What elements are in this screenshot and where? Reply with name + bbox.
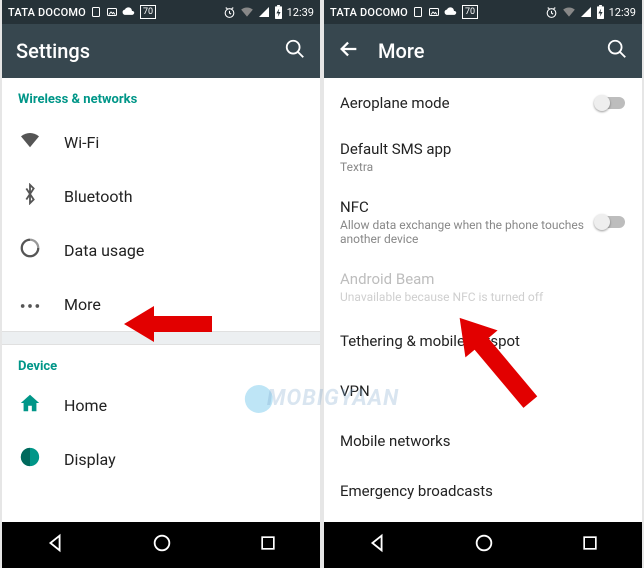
default-sms-value: Textra bbox=[340, 160, 626, 174]
section-divider bbox=[2, 331, 320, 345]
wifi-icon bbox=[240, 6, 254, 18]
alarm-icon bbox=[223, 6, 236, 19]
nav-recents-button[interactable] bbox=[258, 533, 278, 557]
app-bar: Settings bbox=[2, 24, 320, 78]
bluetooth-label: Bluetooth bbox=[64, 187, 133, 206]
signal-icon bbox=[580, 6, 592, 18]
aeroplane-mode-label: Aeroplane mode bbox=[340, 94, 626, 112]
emergency-broadcasts-row[interactable]: Emergency broadcasts bbox=[324, 466, 642, 516]
page-title: Settings bbox=[16, 39, 266, 63]
navigation-bar bbox=[2, 522, 320, 568]
nav-back-button[interactable] bbox=[44, 532, 66, 558]
battery-percent: 70 bbox=[140, 5, 156, 19]
wifi-label: Wi-Fi bbox=[64, 133, 99, 152]
aeroplane-toggle[interactable] bbox=[594, 94, 628, 112]
wifi-icon bbox=[562, 6, 576, 18]
carrier-label: TATA DOCOMO bbox=[330, 6, 408, 19]
search-icon[interactable] bbox=[606, 38, 628, 64]
carrier-label: TATA DOCOMO bbox=[8, 6, 86, 19]
app-bar: More bbox=[324, 24, 642, 78]
nav-home-button[interactable] bbox=[473, 532, 495, 558]
nfc-label: NFC bbox=[340, 198, 586, 216]
tethering-row[interactable]: Tethering & mobile hotspot bbox=[324, 316, 642, 366]
aeroplane-mode-row[interactable]: Aeroplane mode bbox=[324, 78, 642, 128]
calendar-icon bbox=[90, 6, 102, 18]
battery-icon bbox=[596, 5, 605, 19]
image-icon bbox=[106, 6, 118, 18]
clock: 12:39 bbox=[609, 6, 636, 19]
nav-home-button[interactable] bbox=[151, 532, 173, 558]
nav-back-button[interactable] bbox=[366, 532, 388, 558]
bluetooth-row[interactable]: Bluetooth bbox=[2, 169, 320, 223]
battery-percent: 70 bbox=[462, 5, 478, 19]
data-usage-icon bbox=[18, 237, 42, 263]
page-title: More bbox=[378, 39, 588, 63]
data-usage-row[interactable]: Data usage bbox=[2, 223, 320, 277]
nav-recents-button[interactable] bbox=[580, 533, 600, 557]
display-row[interactable]: Display bbox=[2, 432, 320, 486]
nfc-desc: Allow data exchange when the phone touch… bbox=[340, 218, 586, 246]
alarm-icon bbox=[545, 6, 558, 19]
tethering-label: Tethering & mobile hotspot bbox=[340, 332, 626, 350]
mobile-networks-label: Mobile networks bbox=[340, 432, 626, 450]
home-label: Home bbox=[64, 396, 107, 415]
wifi-icon bbox=[18, 131, 42, 153]
section-wireless-networks: Wireless & networks bbox=[2, 78, 320, 115]
section-device: Device bbox=[2, 345, 320, 378]
data-usage-label: Data usage bbox=[64, 241, 144, 260]
android-beam-row: Android Beam Unavailable because NFC is … bbox=[324, 258, 642, 316]
signal-icon bbox=[258, 6, 270, 18]
settings-content: Wireless & networks Wi-Fi Bluetooth Data… bbox=[2, 78, 320, 522]
more-row[interactable]: More bbox=[2, 277, 320, 331]
mobile-networks-row[interactable]: Mobile networks bbox=[324, 416, 642, 466]
image-icon bbox=[428, 6, 440, 18]
android-beam-desc: Unavailable because NFC is turned off bbox=[340, 290, 626, 304]
android-beam-label: Android Beam bbox=[340, 270, 626, 288]
status-bar: TATA DOCOMO 70 12:39 bbox=[2, 0, 320, 24]
clock: 12:39 bbox=[287, 6, 314, 19]
wifi-row[interactable]: Wi-Fi bbox=[2, 115, 320, 169]
back-icon[interactable] bbox=[338, 38, 360, 64]
default-sms-label: Default SMS app bbox=[340, 140, 626, 158]
nfc-row[interactable]: NFC Allow data exchange when the phone t… bbox=[324, 186, 642, 258]
battery-icon bbox=[274, 5, 283, 19]
bluetooth-icon bbox=[18, 183, 42, 209]
cloud-icon bbox=[122, 6, 136, 18]
nfc-toggle[interactable] bbox=[594, 213, 628, 231]
navigation-bar bbox=[324, 522, 642, 568]
calendar-icon bbox=[412, 6, 424, 18]
more-content: Aeroplane mode Default SMS app Textra NF… bbox=[324, 78, 642, 522]
search-icon[interactable] bbox=[284, 38, 306, 64]
display-label: Display bbox=[64, 450, 116, 469]
status-bar: TATA DOCOMO 70 12:39 bbox=[324, 0, 642, 24]
more-icon bbox=[18, 295, 42, 314]
cloud-icon bbox=[444, 6, 458, 18]
more-label: More bbox=[64, 295, 101, 314]
display-icon bbox=[18, 446, 42, 472]
default-sms-row[interactable]: Default SMS app Textra bbox=[324, 128, 642, 186]
screen-more: TATA DOCOMO 70 12:39 More Aeroplane mode bbox=[324, 0, 642, 568]
watermark: MOBIGYAAN bbox=[245, 385, 399, 413]
emergency-broadcasts-label: Emergency broadcasts bbox=[340, 482, 626, 500]
screen-settings: TATA DOCOMO 70 12:39 Settings Wireless &… bbox=[2, 0, 320, 568]
home-icon bbox=[18, 392, 42, 418]
